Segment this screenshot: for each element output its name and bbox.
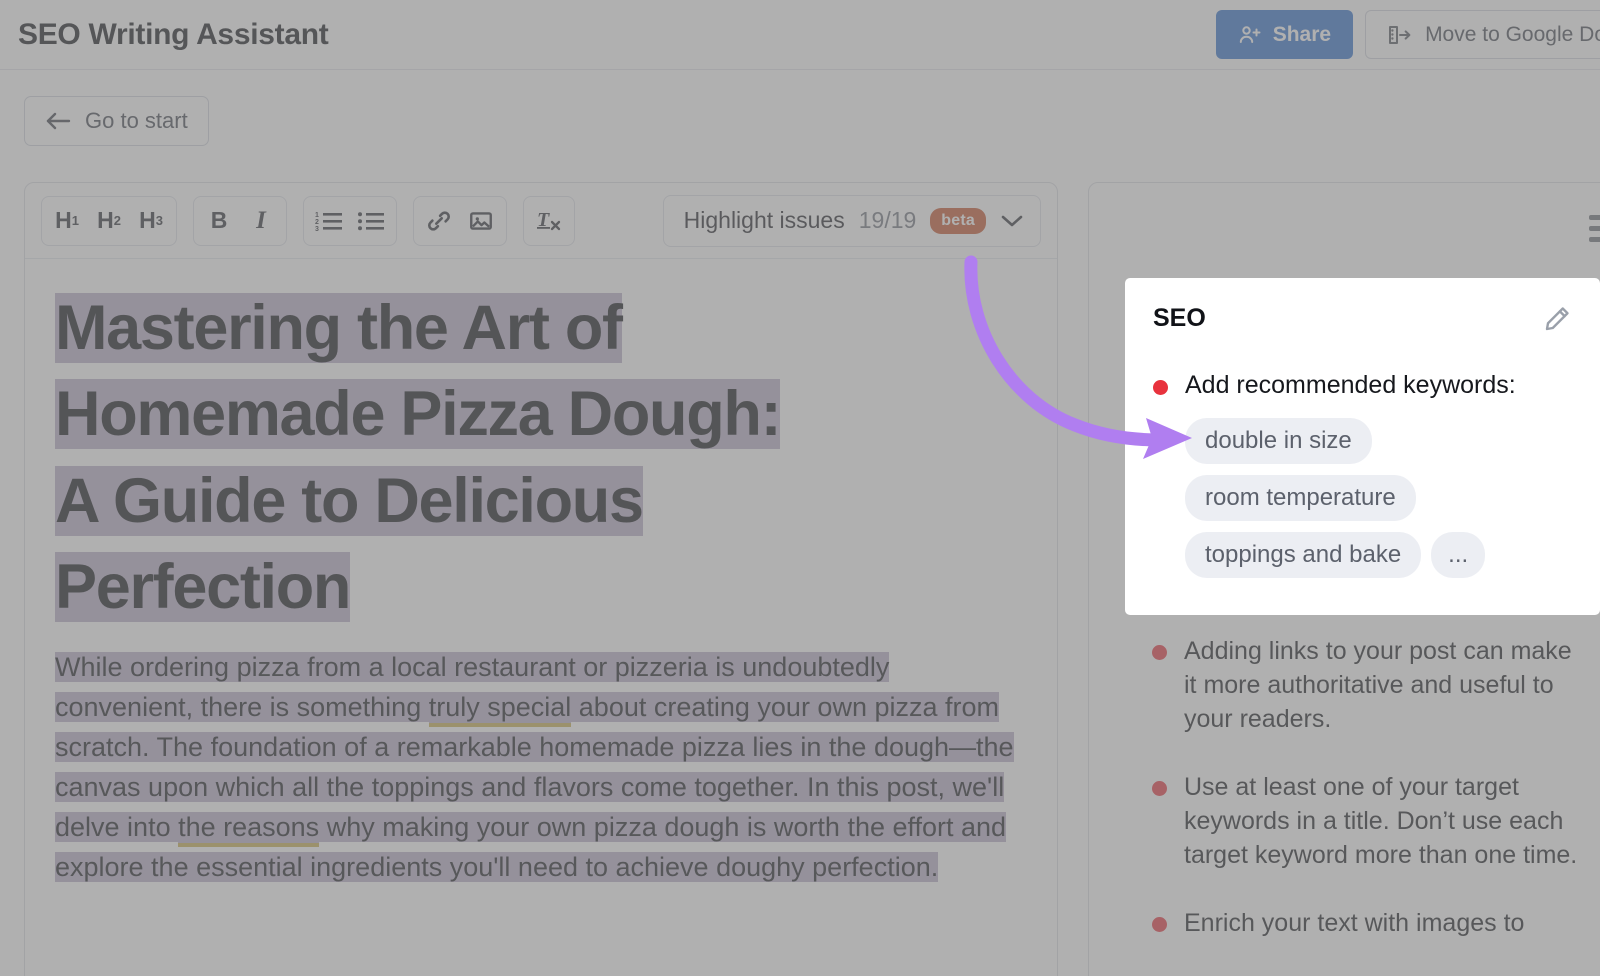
seo-recommendation-item: Add recommended keywords: [1153,369,1572,402]
h3-label: H [139,207,156,234]
title-line-4: Perfection [55,552,350,622]
heading-button-group: H1 H2 H3 [41,196,177,246]
move-to-docs-icon [1386,23,1412,47]
text-style-button-group: B I [193,196,287,246]
pencil-icon[interactable] [1542,304,1572,339]
clear-format-icon: T [535,208,563,234]
h2-subscript: 2 [114,213,121,228]
share-button[interactable]: Share [1216,10,1353,59]
link-icon [426,208,452,234]
heading-1-button[interactable]: H1 [46,200,88,242]
more-keywords-chip[interactable]: ... [1431,532,1485,578]
bold-label: B [211,207,228,234]
clear-format-group: T [523,196,575,246]
svg-text:3: 3 [315,226,319,233]
app-header: SEO Writing Assistant Share [0,0,1600,70]
ordered-list-icon: 1 2 3 [315,209,343,233]
recommendation-text: Enrich your text with images to [1184,906,1524,940]
h2-label: H [97,207,114,234]
heading-2-button[interactable]: H2 [88,200,130,242]
seo-card-header: SEO [1153,304,1572,339]
seo-highlight-card: SEO Add recommended keywords: double in … [1125,278,1600,615]
sub-toolbar: Go to start [0,70,1600,172]
chevron-down-icon [1000,213,1024,229]
page-title: SEO Writing Assistant [18,18,328,52]
app-root: SEO Writing Assistant Share [0,0,1600,976]
svg-text:1: 1 [315,212,319,219]
recommendation-text: Use at least one of your target keywords… [1184,770,1582,872]
ordered-list-button[interactable]: 1 2 3 [308,200,350,242]
beta-badge: beta [930,208,986,234]
recommendation-list: Adding links to your post can make it mo… [1152,634,1582,974]
recommended-keyword-chips: double in size room temperature toppings… [1185,418,1572,578]
image-icon [468,208,494,234]
user-plus-icon [1238,23,1262,47]
paragraph-underlined-phrase-2[interactable]: the reasons [178,812,319,847]
move-to-google-docs-button[interactable]: Move to Google Docs [1365,10,1600,59]
h1-subscript: 1 [72,213,79,228]
recommendations-panel-header [1089,183,1600,273]
italic-button[interactable]: I [240,200,282,242]
share-button-label: Share [1273,23,1331,47]
title-line-3: A Guide to Delicious [55,466,643,536]
recommendation-text: Adding links to your post can make it mo… [1184,634,1582,736]
editor-toolbar: H1 H2 H3 B I 1 2 3 [25,183,1057,259]
bullet-dot-icon [1152,781,1167,796]
bullet-dot-icon [1152,645,1167,660]
h3-subscript: 3 [156,213,163,228]
list-item: Adding links to your post can make it mo… [1152,634,1582,736]
editor-panel: H1 H2 H3 B I 1 2 3 [24,182,1058,976]
hamburger-menu-icon[interactable] [1589,215,1600,242]
keyword-chip[interactable]: toppings and bake [1185,532,1421,578]
title-line-2: Homemade Pizza Dough: [55,379,780,449]
heading-3-button[interactable]: H3 [130,200,172,242]
insert-button-group [413,196,507,246]
bold-button[interactable]: B [198,200,240,242]
arrow-left-icon [45,111,71,131]
list-button-group: 1 2 3 [303,196,397,246]
bullet-list-icon [357,209,385,233]
highlight-issues-count: 19/19 [859,207,917,234]
keyword-chip[interactable]: double in size [1185,418,1372,464]
svg-text:2: 2 [315,219,319,226]
clear-formatting-button[interactable]: T [528,200,570,242]
bullet-dot-icon [1153,380,1168,395]
italic-label: I [256,207,266,235]
list-item: Enrich your text with images to [1152,906,1582,940]
highlight-issues-dropdown[interactable]: Highlight issues 19/19 beta [663,195,1041,247]
chip-row: toppings and bake ... [1185,532,1485,578]
seo-recommendation-text: Add recommended keywords: [1185,369,1516,402]
keyword-chip[interactable]: room temperature [1185,475,1416,521]
insert-link-button[interactable] [418,200,460,242]
go-to-start-button[interactable]: Go to start [24,96,209,146]
list-item: Use at least one of your target keywords… [1152,770,1582,872]
bullet-dot-icon [1152,917,1167,932]
title-line-1: Mastering the Art of [55,293,622,363]
chip-row: double in size [1185,418,1372,464]
insert-image-button[interactable] [460,200,502,242]
seo-card-title: SEO [1153,304,1206,333]
paragraph-underlined-phrase-1[interactable]: truly special [429,692,572,727]
chip-row: room temperature [1185,475,1416,521]
move-to-google-docs-label: Move to Google Docs [1425,23,1600,47]
bullet-list-button[interactable] [350,200,392,242]
header-actions: Share Move to Google Docs [1216,10,1582,59]
document-body[interactable]: Mastering the Art of Homemade Pizza Doug… [25,259,1057,888]
go-to-start-label: Go to start [85,108,188,134]
document-title: Mastering the Art of Homemade Pizza Doug… [55,285,1027,630]
h1-label: H [55,207,72,234]
highlight-issues-label: Highlight issues [684,207,845,234]
document-paragraph: While ordering pizza from a local restau… [55,648,1027,888]
